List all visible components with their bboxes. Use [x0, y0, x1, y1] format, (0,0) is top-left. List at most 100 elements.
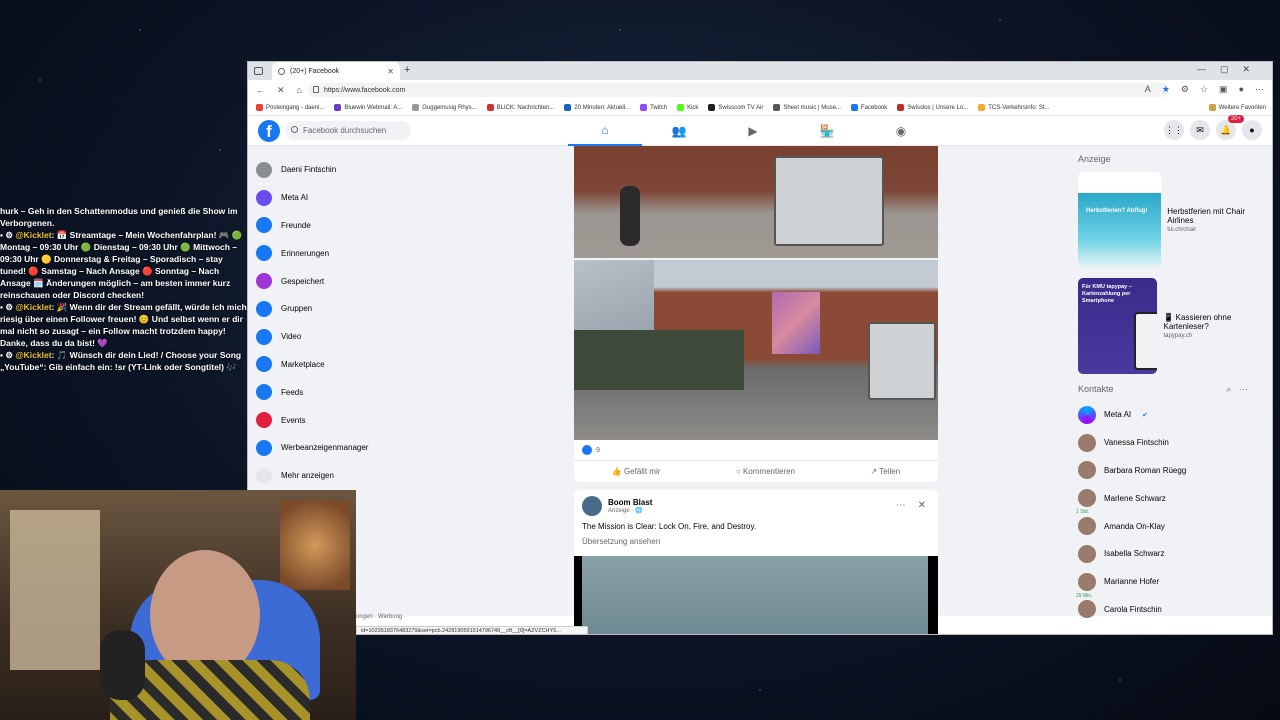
sidebar-item[interactable]: Werbeanzeigenmanager — [256, 434, 456, 462]
bookmark[interactable]: Guggemusig Rhys... — [412, 104, 477, 111]
menu-grid-button[interactable]: ⋮⋮ — [1164, 120, 1184, 140]
video-tab[interactable]: ▶ — [716, 116, 790, 146]
ad-item[interactable]: Herbstferien? Abflug! Herbstferien mit C… — [1078, 172, 1258, 268]
comment-button[interactable]: ○ Kommentieren — [736, 467, 795, 476]
post-author[interactable]: Boom Blast — [608, 498, 652, 507]
facebook-logo[interactable]: f — [258, 120, 280, 142]
bookmark[interactable]: TCS-Verkehrsinfo: St... — [978, 104, 1050, 111]
meta-ai-icon — [256, 189, 272, 206]
search-input[interactable]: Facebook durchsuchen — [285, 121, 411, 140]
avatar-icon — [256, 161, 272, 178]
bookmark[interactable]: Swisscom TV Air — [708, 104, 763, 111]
contact-item[interactable]: Amanda On-Klay — [1078, 512, 1258, 540]
translate-link[interactable]: Übersetzung ansehen — [574, 531, 938, 546]
tab-actions-icon[interactable] — [254, 67, 263, 75]
sidebar-item-label: Events — [281, 415, 306, 425]
video-frame — [582, 556, 928, 634]
sidebar-item[interactable]: Gespeichert — [256, 267, 456, 295]
memories-icon — [256, 245, 272, 262]
contact-item[interactable]: Carola Fintschin — [1078, 596, 1258, 624]
sidebar-item[interactable]: Feeds — [256, 378, 456, 406]
sidebar-item[interactable]: Video — [256, 323, 456, 351]
sidebar-item[interactable]: Daeni Fintschin — [256, 156, 456, 184]
close-tab-icon[interactable]: ✕ — [387, 67, 394, 76]
sidebar-item[interactable]: Mehr anzeigen — [256, 462, 456, 490]
notifications-button[interactable]: 🔔 20+ — [1216, 115, 1244, 140]
post-video[interactable] — [574, 556, 938, 634]
contact-item[interactable]: 1 Std. Marlene Schwarz — [1076, 484, 1258, 516]
sidebar-item[interactable]: Marketplace — [256, 351, 456, 379]
reactions-summary[interactable]: 9 — [574, 440, 938, 460]
sidebar-item[interactable]: Events — [256, 406, 456, 434]
cargo-graphic — [574, 330, 744, 390]
bookmark[interactable]: Posteingang - daeni... — [256, 104, 324, 111]
ad-item[interactable]: Für KMU tapypay – Kartenzahlung per Smar… — [1078, 278, 1258, 374]
like-button[interactable]: 👍 Gefällt mir — [612, 467, 661, 476]
contact-item[interactable]: Meta AI ✔ — [1078, 401, 1258, 429]
contact-item[interactable]: Vanessa Fintschin — [1078, 429, 1258, 457]
friends-icon: 👥 — [671, 124, 687, 138]
contact-status: 1 Std. — [1076, 509, 1090, 516]
contact-item[interactable]: Barbara Roman Rüegg — [1078, 457, 1258, 485]
read-aloud-icon[interactable]: A — [1145, 84, 1151, 95]
post-image[interactable] — [574, 260, 938, 440]
page-avatar[interactable] — [582, 496, 602, 516]
favorites-icon[interactable]: ☆ — [1200, 84, 1208, 95]
ad-url: tapypay.ch — [1163, 333, 1193, 339]
home-tab[interactable]: ⌂ — [568, 116, 642, 146]
tab-facebook[interactable]: (20+) Facebook ✕ — [272, 62, 400, 80]
contact-item[interactable]: Isabella Schwarz — [1078, 540, 1258, 568]
new-tab-button[interactable]: + — [404, 64, 410, 76]
bookmark[interactable]: Swisslos | Unsere Lo... — [897, 104, 968, 111]
sidebar-item-label: Freunde — [281, 220, 311, 230]
gaming-tab[interactable]: ◉ — [864, 116, 938, 146]
header-actions: ⋮⋮ ✉ 🔔 20+ ● — [1164, 115, 1262, 140]
bookmark[interactable]: Sheet music | Muse... — [773, 104, 841, 111]
footer-links[interactable]: ungen · Werbung · — [356, 614, 406, 620]
account-button[interactable]: ● — [1242, 120, 1262, 140]
search-contacts-icon[interactable]: ⌕ — [1226, 384, 1231, 394]
like-reaction-icon — [582, 445, 592, 455]
sidebar-item[interactable]: Gruppen — [256, 295, 456, 323]
other-bookmarks[interactable]: Weitere Favoriten — [1208, 104, 1266, 111]
contact-name: Meta AI — [1104, 410, 1132, 420]
contact-item[interactable]: 29 Min. Marianne Hofer — [1076, 568, 1258, 599]
more-options-icon[interactable]: ⋯ — [1239, 384, 1248, 394]
url-field[interactable]: https://www.facebook.com — [308, 83, 1168, 97]
friends-tab[interactable]: 👥 — [642, 116, 716, 146]
sidebar-item[interactable]: Freunde — [256, 212, 456, 240]
bookmark[interactable]: Kick — [677, 104, 698, 111]
bookmark[interactable]: 20 Minuten: Aktuell... — [564, 104, 630, 111]
status-bar-link: id=1023518376483279&set=pcb.242819059151… — [356, 626, 588, 634]
marketplace-tab[interactable]: 🏪 — [790, 116, 864, 146]
collections-icon[interactable]: ▣ — [1219, 84, 1228, 95]
extensions-icon[interactable]: ⚙ — [1181, 84, 1189, 95]
stop-icon[interactable]: ✕ — [277, 85, 285, 96]
close-icon[interactable]: ✕ — [918, 500, 926, 511]
phone-graphic — [1134, 312, 1158, 370]
messenger-button[interactable]: ✉ — [1190, 120, 1210, 140]
window-controls[interactable]: —▢✕ — [1197, 64, 1264, 75]
shelf-graphic — [10, 510, 100, 670]
menu-icon[interactable]: ⋯ — [1255, 84, 1264, 95]
profile-icon[interactable]: ● — [1239, 84, 1244, 95]
bookmark[interactable]: Facebook — [850, 104, 887, 111]
share-icon: ↗ — [870, 467, 880, 476]
post-text: The Mission is Clear: Lock On, Fire, and… — [582, 522, 757, 531]
facebook-header: f Facebook durchsuchen ⌂ 👥 ▶ 🏪 ◉ ⋮⋮ ✉ 🔔 2… — [248, 115, 1272, 146]
sidebar-item[interactable]: Meta AI — [256, 184, 456, 212]
home-icon[interactable]: ⌂ — [297, 85, 302, 96]
post-image[interactable] — [574, 146, 938, 258]
more-options-icon[interactable]: ⋯ — [896, 500, 906, 511]
back-icon[interactable]: ← — [256, 85, 265, 96]
contact-name: Vanessa Fintschin — [1104, 438, 1169, 448]
lock-icon[interactable] — [313, 86, 319, 93]
bookmark[interactable]: Twitch — [640, 104, 667, 111]
bookmark[interactable]: BLICK: Nachrichten... — [486, 104, 554, 111]
favorite-star-icon[interactable]: ★ — [1162, 84, 1170, 95]
sidebar-item-label: Feeds — [281, 387, 304, 397]
share-button[interactable]: ↗ Teilen — [871, 467, 901, 476]
sidebar-item[interactable]: Erinnerungen — [256, 239, 456, 267]
bookmark[interactable]: Bluewin Webmail: A... — [334, 104, 402, 111]
loading-icon — [278, 67, 285, 75]
